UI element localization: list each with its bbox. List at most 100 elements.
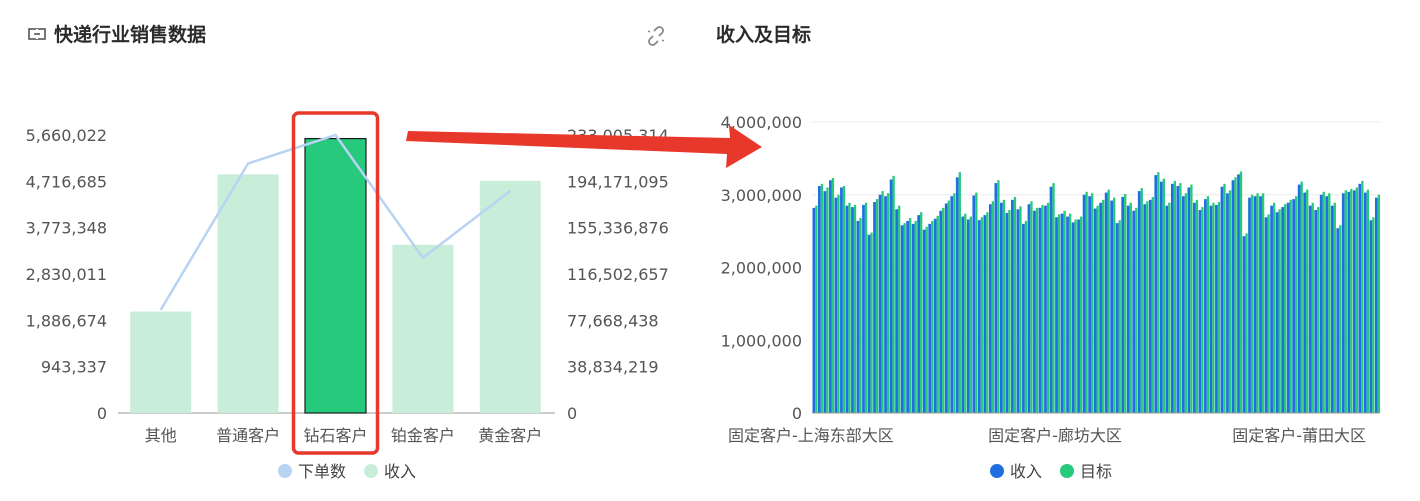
target-bar[interactable] — [870, 232, 873, 413]
revenue-bar[interactable] — [1330, 205, 1334, 413]
target-bar[interactable] — [1002, 199, 1006, 413]
target-bar[interactable] — [1140, 188, 1143, 413]
revenue-bar[interactable] — [1011, 199, 1014, 413]
target-bar[interactable] — [1113, 197, 1116, 413]
revenue-bar[interactable] — [1325, 196, 1329, 413]
revenue-bar[interactable] — [1165, 205, 1169, 413]
target-bar[interactable] — [942, 207, 945, 413]
target-bar[interactable] — [892, 175, 895, 413]
revenue-bar[interactable] — [1341, 193, 1345, 413]
target-bar[interactable] — [1151, 196, 1154, 413]
revenue-bar[interactable] — [1358, 183, 1362, 413]
target-bar[interactable] — [1057, 214, 1061, 413]
revenue-bar[interactable] — [1022, 223, 1025, 413]
legend-label[interactable]: 目标 — [1080, 462, 1112, 481]
target-bar[interactable] — [931, 220, 934, 413]
target-bar[interactable] — [969, 216, 972, 413]
revenue-bar[interactable] — [1016, 209, 1020, 413]
target-bar[interactable] — [1024, 220, 1028, 413]
revenue-bar[interactable] — [1363, 192, 1367, 413]
target-bar[interactable] — [1079, 216, 1083, 413]
income-bar[interactable] — [217, 174, 279, 413]
revenue-bar[interactable] — [1237, 174, 1240, 413]
revenue-bar[interactable] — [1193, 202, 1196, 413]
target-bar[interactable] — [1283, 204, 1287, 413]
target-bar[interactable] — [1118, 220, 1121, 413]
target-bar[interactable] — [820, 183, 824, 413]
target-bar[interactable] — [958, 172, 961, 413]
revenue-bar[interactable] — [878, 194, 882, 413]
revenue-bar[interactable] — [884, 196, 887, 413]
target-bar[interactable] — [1041, 204, 1044, 413]
target-bar[interactable] — [848, 202, 851, 413]
revenue-bar[interactable] — [928, 223, 932, 413]
revenue-bar[interactable] — [994, 183, 998, 413]
revenue-bar[interactable] — [1336, 228, 1340, 413]
target-bar[interactable] — [1046, 202, 1050, 413]
target-bar[interactable] — [886, 193, 890, 413]
target-bar[interactable] — [1295, 196, 1298, 413]
target-bar[interactable] — [831, 178, 835, 413]
legend-label[interactable]: 收入 — [1010, 462, 1042, 481]
revenue-bar[interactable] — [1093, 208, 1097, 413]
revenue-bar[interactable] — [1253, 196, 1257, 413]
revenue-bar[interactable] — [1303, 192, 1307, 413]
revenue-bar[interactable] — [1264, 217, 1268, 413]
revenue-bar[interactable] — [1270, 205, 1273, 413]
target-bar[interactable] — [1195, 199, 1199, 413]
revenue-bar[interactable] — [1099, 202, 1103, 413]
target-bar[interactable] — [864, 202, 868, 413]
revenue-bar[interactable] — [1204, 199, 1207, 413]
revenue-bar[interactable] — [983, 215, 987, 413]
target-bar[interactable] — [1322, 191, 1325, 413]
target-bar[interactable] — [1162, 178, 1165, 413]
revenue-bar[interactable] — [856, 220, 860, 413]
target-bar[interactable] — [1372, 217, 1375, 413]
revenue-bar[interactable] — [1374, 197, 1378, 413]
target-bar[interactable] — [826, 187, 829, 413]
legend-swatch[interactable] — [1060, 464, 1074, 478]
revenue-bar[interactable] — [1347, 191, 1351, 413]
target-bar[interactable] — [842, 186, 846, 413]
revenue-bar[interactable] — [1170, 183, 1174, 413]
target-bar[interactable] — [875, 199, 879, 413]
revenue-bar[interactable] — [1231, 180, 1235, 413]
target-bar[interactable] — [1190, 184, 1193, 413]
revenue-bar[interactable] — [889, 179, 893, 413]
target-bar[interactable] — [1146, 201, 1149, 413]
revenue-bar[interactable] — [1319, 194, 1323, 413]
income-bar[interactable] — [304, 137, 367, 414]
revenue-bar[interactable] — [988, 204, 992, 413]
target-bar[interactable] — [1250, 194, 1254, 413]
target-bar[interactable] — [1013, 196, 1017, 413]
target-bar[interactable] — [1361, 180, 1364, 413]
revenue-bar[interactable] — [1220, 186, 1224, 413]
revenue-bar[interactable] — [1198, 210, 1202, 413]
revenue-bar[interactable] — [1154, 175, 1158, 413]
revenue-bar[interactable] — [1121, 196, 1125, 413]
target-bar[interactable] — [1035, 207, 1039, 413]
target-bar[interactable] — [881, 191, 884, 413]
revenue-bar[interactable] — [1126, 205, 1130, 413]
target-bar[interactable] — [1052, 183, 1055, 413]
revenue-bar[interactable] — [906, 220, 910, 413]
revenue-bar[interactable] — [1292, 199, 1296, 413]
revenue-bar[interactable] — [1137, 191, 1141, 413]
target-bar[interactable] — [1333, 202, 1336, 413]
revenue-bar[interactable] — [1104, 192, 1108, 413]
revenue-bar[interactable] — [895, 209, 898, 413]
target-bar[interactable] — [1206, 196, 1210, 413]
revenue-bar[interactable] — [944, 203, 948, 413]
target-bar[interactable] — [1068, 213, 1072, 413]
revenue-bar[interactable] — [1176, 186, 1180, 413]
revenue-bar[interactable] — [961, 216, 965, 413]
target-bar[interactable] — [1317, 207, 1320, 413]
revenue-bar[interactable] — [829, 180, 832, 413]
revenue-bar[interactable] — [1308, 205, 1312, 413]
target-bar[interactable] — [1272, 202, 1276, 413]
revenue-bar[interactable] — [812, 207, 816, 413]
revenue-bar[interactable] — [1248, 197, 1251, 413]
target-bar[interactable] — [815, 205, 818, 413]
target-bar[interactable] — [964, 213, 967, 413]
revenue-bar[interactable] — [955, 177, 959, 413]
